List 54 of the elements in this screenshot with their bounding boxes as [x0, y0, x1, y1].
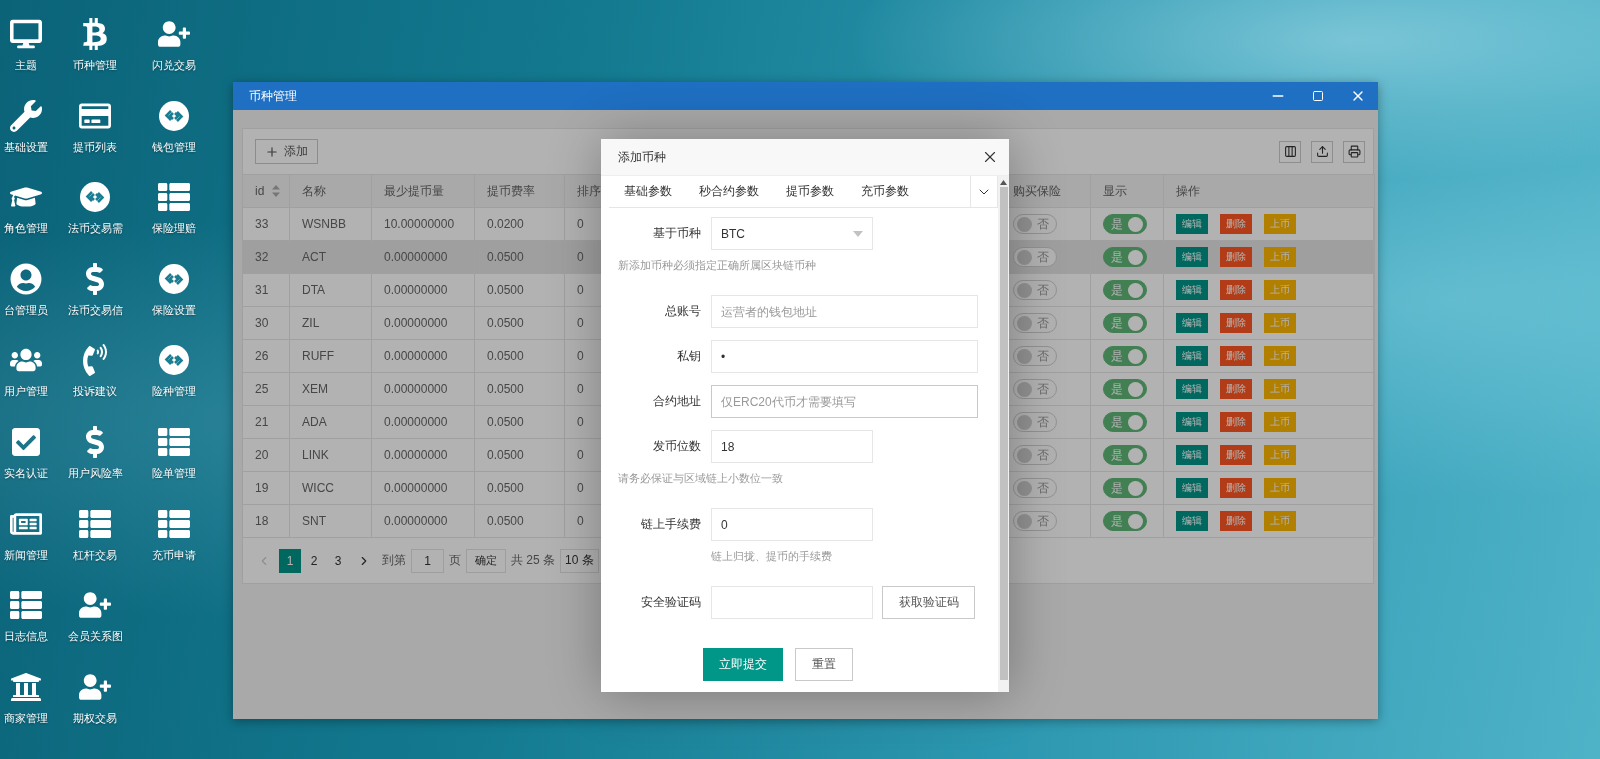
table-cell: 30 — [243, 306, 290, 339]
hint-text: 链上归拢、提币的手续费 — [710, 549, 833, 564]
table-cell: 0.00000000 — [372, 372, 475, 405]
table-cell: 0.0500 — [475, 339, 565, 372]
table-cell: 0.00000000 — [372, 405, 475, 438]
table-cell: 0.0500 — [475, 273, 565, 306]
table-cell: 0.00000000 — [372, 438, 475, 471]
hint-text: 新添加币种必须指定正确所属区块链币种 — [618, 258, 817, 273]
field-label: 发币位数 — [652, 438, 701, 455]
dialog-title: 添加币种 — [618, 148, 666, 166]
table-cell: 18 — [243, 504, 290, 537]
page-unit: 页 — [449, 552, 461, 569]
table-cell: 19 — [243, 471, 290, 504]
table-cell: WICC — [290, 471, 372, 504]
field-label: 安全验证码 — [640, 594, 701, 611]
table-cell: WSNBB — [290, 207, 372, 240]
table-cell: 0.0500 — [475, 240, 565, 273]
hint-text: 请务必保证与区域链上小数位一致 — [618, 471, 784, 486]
table-cell: 0.00000000 — [372, 306, 475, 339]
table-cell: 0.0500 — [475, 372, 565, 405]
table-cell: 0.00000000 — [372, 471, 475, 504]
table-cell: DTA — [290, 273, 372, 306]
field-label: 基于币种 — [652, 225, 701, 242]
table-cell: 0.00000000 — [372, 504, 475, 537]
field-label: 总账号 — [664, 303, 701, 320]
field-label: 私钥 — [676, 348, 701, 365]
table-cell: 0.0500 — [475, 405, 565, 438]
table-cell: XEM — [290, 372, 372, 405]
field-label: 链上手续费 — [640, 516, 701, 533]
table-cell: 26 — [243, 339, 290, 372]
table-cell: LINK — [290, 438, 372, 471]
table-cell: 0.0500 — [475, 306, 565, 339]
table-cell: RUFF — [290, 339, 372, 372]
table-cell: 0.0200 — [475, 207, 565, 240]
table-cell: SNT — [290, 504, 372, 537]
table-cell: ZIL — [290, 306, 372, 339]
table-cell: 0.00000000 — [372, 339, 475, 372]
table-cell: 31 — [243, 273, 290, 306]
goto-label: 到第 — [382, 552, 406, 569]
table-cell: ADA — [290, 405, 372, 438]
table-cell: 0.00000000 — [372, 273, 475, 306]
table-cell: 0.0500 — [475, 471, 565, 504]
table-cell: ACT — [290, 240, 372, 273]
table-cell: 21 — [243, 405, 290, 438]
table-cell: 0.0500 — [475, 504, 565, 537]
table-cell: 32 — [243, 240, 290, 273]
window-title: 币种管理 — [249, 87, 298, 105]
table-cell: 20 — [243, 438, 290, 471]
table-cell: 0.0500 — [475, 438, 565, 471]
table-cell: 33 — [243, 207, 290, 240]
table-cell: 10.00000000 — [372, 207, 475, 240]
total-count: 共 25 条 — [511, 552, 555, 569]
table-cell: 0.00000000 — [372, 240, 475, 273]
table-cell: 25 — [243, 372, 290, 405]
